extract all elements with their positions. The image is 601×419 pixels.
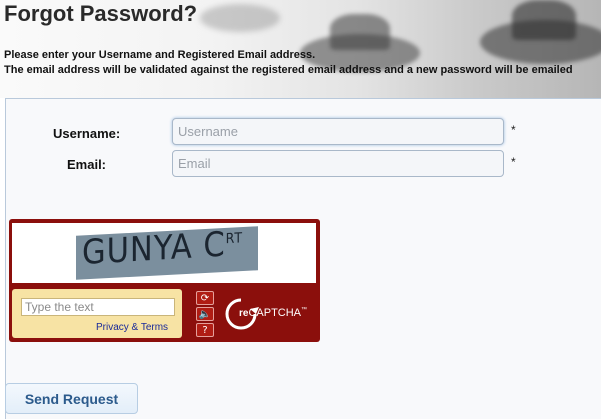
- email-required-marker: *: [511, 155, 516, 169]
- question-icon: ?: [202, 325, 208, 336]
- captcha-help-button[interactable]: ?: [196, 323, 214, 337]
- username-input[interactable]: [172, 118, 504, 145]
- instructions: Please enter your Username and Registere…: [4, 48, 573, 78]
- refresh-icon: ⟳: [200, 293, 210, 304]
- speaker-icon: 🔈: [198, 309, 212, 320]
- username-label: Username:: [53, 126, 121, 141]
- email-input[interactable]: [172, 150, 504, 177]
- email-label: Email:: [67, 157, 107, 172]
- privacy-terms-link[interactable]: Privacy & Terms: [96, 322, 168, 333]
- username-required-marker: *: [511, 123, 516, 137]
- captcha-reload-button[interactable]: ⟳: [196, 291, 214, 305]
- instructions-line-2: The email address will be validated agai…: [4, 64, 573, 76]
- captcha-audio-button[interactable]: 🔈: [196, 307, 214, 321]
- captcha-answer-input[interactable]: [21, 298, 175, 316]
- page-title: Forgot Password?: [4, 1, 198, 26]
- forgot-password-page: Forgot Password? Please enter your Usern…: [0, 0, 601, 419]
- recaptcha-widget: GUNYA CRT Privacy & Terms ⟳ 🔈 ? reCAPTCH…: [9, 219, 320, 342]
- captcha-answer-area: Privacy & Terms: [12, 289, 182, 338]
- captcha-challenge-image: GUNYA CRT: [12, 223, 316, 283]
- instructions-line-1: Please enter your Username and Registere…: [4, 49, 316, 61]
- send-request-button[interactable]: Send Request: [5, 383, 138, 414]
- recaptcha-brand: reCAPTCHA™: [239, 307, 308, 319]
